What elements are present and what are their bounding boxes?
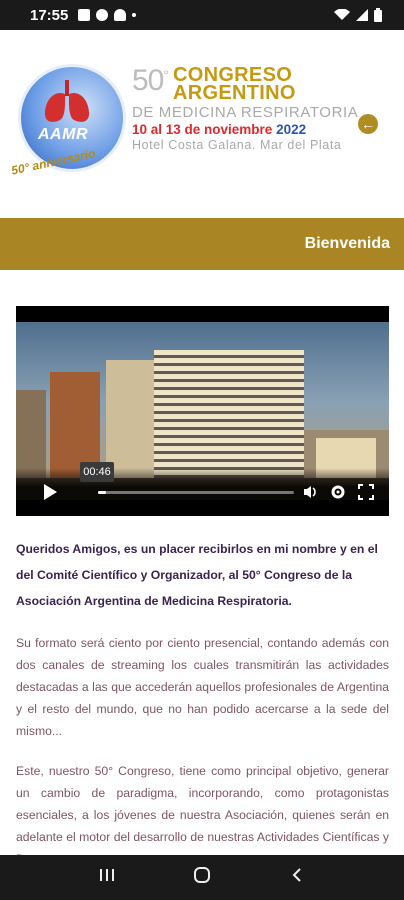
section-banner: Bienvenida (0, 218, 404, 270)
recents-icon[interactable] (92, 867, 122, 888)
system-nav-bar (0, 855, 404, 900)
aamr-logo: AAMR 50° aniversario (10, 58, 128, 198)
status-icons-right (334, 8, 382, 22)
paragraph-1: Su formato será ciento por ciento presen… (16, 636, 389, 738)
battery-icon (374, 8, 382, 22)
status-bar: 17:55 (0, 0, 404, 30)
section-title: Bienvenida (304, 235, 390, 252)
congress-venue: Hotel Costa Galana. Mar del Plata (132, 138, 342, 152)
dot-icon (132, 13, 137, 17)
video-player[interactable]: 00:46 (16, 306, 389, 516)
header: AAMR 50° aniversario 50 ° CONGRESO ARGEN… (0, 30, 404, 218)
notification-icon (114, 9, 127, 21)
title-subtitle: DE MEDICINA RESPIRATORIA (132, 104, 359, 121)
back-button[interactable]: ← (358, 114, 378, 134)
progress-bar[interactable] (98, 491, 294, 494)
year-text: 2022 (276, 122, 307, 137)
fullscreen-icon[interactable] (356, 482, 376, 502)
dates-text: 10 al 13 de noviembre (132, 122, 273, 137)
time-badge: 00:46 (80, 462, 114, 482)
status-icons-left (78, 9, 137, 21)
play-icon[interactable] (44, 484, 57, 500)
progress-fill (98, 491, 106, 494)
title-number: 50 (132, 64, 164, 97)
status-time: 17:55 (30, 6, 69, 24)
home-icon[interactable] (187, 866, 217, 889)
photo-icon (78, 9, 91, 21)
title-argentino: ARGENTINO (172, 82, 296, 104)
back-icon[interactable] (282, 867, 312, 888)
lead-paragraph: Queridos Amigos, es un placer recibirlos… (16, 542, 378, 608)
congress-title: 50 ° CONGRESO ARGENTINO DE MEDICINA RESP… (132, 64, 359, 153)
volume-icon[interactable] (301, 482, 321, 502)
paragraph-2: Este, nuestro 50° Congreso, tiene como p… (16, 764, 389, 866)
wifi-icon (334, 9, 350, 20)
logo-text: AAMR (38, 126, 88, 143)
lungs-icon (44, 80, 90, 122)
settings-icon[interactable] (328, 482, 348, 502)
congress-dates: 10 al 13 de noviembre 2022 (132, 121, 324, 138)
welcome-content: Queridos Amigos, es un placer recibirlos… (16, 536, 389, 870)
signal-icon (356, 9, 368, 21)
settings-icon (96, 9, 109, 21)
arrow-left-icon: ← (361, 116, 375, 132)
